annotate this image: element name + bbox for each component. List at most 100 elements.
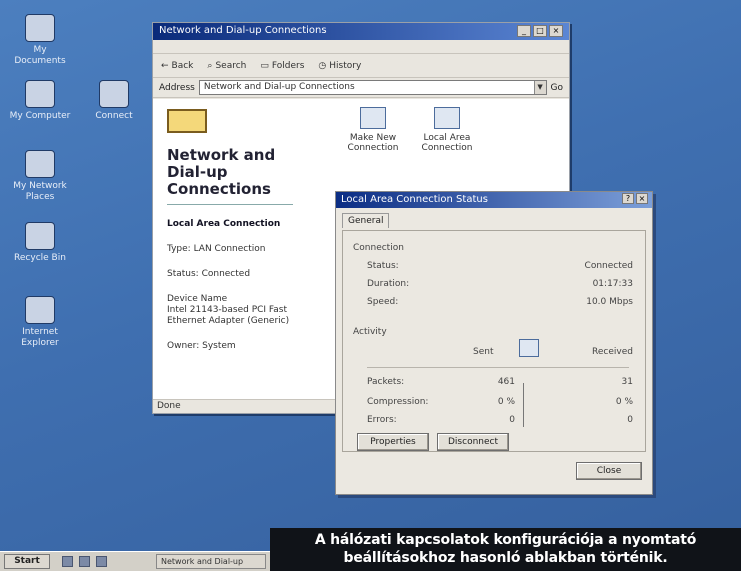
general-panel: Connection Status: Connected Duration: 0…	[342, 230, 646, 452]
connection-owner: Owner: System	[167, 341, 236, 351]
menu-bar	[153, 40, 569, 54]
desktop-icon-label: My Computer	[9, 111, 71, 121]
desktop-icon-network-places[interactable]: My Network Places	[8, 150, 72, 203]
duration-row: Duration: 01:17:33	[367, 279, 633, 289]
compression-received: 0 %	[615, 397, 633, 407]
tab-general[interactable]: General	[342, 213, 390, 228]
connections-list: Make New Connection Local Area Connectio…	[345, 107, 475, 153]
mail-shortcut-icon[interactable]	[96, 556, 107, 567]
close-button[interactable]: ×	[549, 25, 563, 37]
recycle-bin-icon	[25, 222, 55, 250]
errors-sent: 0	[509, 415, 515, 425]
disconnect-button[interactable]: Disconnect	[437, 433, 509, 451]
history-icon: ◷	[318, 60, 327, 71]
desktop-icon-label: Recycle Bin	[14, 253, 66, 263]
compression-row: Compression: 0 % 0 %	[367, 397, 633, 407]
search-icon: ⌕	[207, 60, 213, 71]
quick-launch	[62, 556, 107, 567]
window-title: Network and Dial-up Connections	[159, 25, 327, 36]
caption-line-1: A hálózati kapcsolatok konfigurációja a …	[314, 532, 697, 548]
errors-label: Errors:	[367, 415, 397, 425]
browser-icon	[25, 296, 55, 324]
maximize-button[interactable]: □	[533, 25, 547, 37]
browser-shortcut-icon[interactable]	[79, 556, 90, 567]
desktop-icon-label: Internet Explorer	[21, 327, 59, 348]
activity-group-header: Activity	[353, 327, 387, 337]
desktop-icon-label: Connect	[95, 111, 133, 121]
status-value: Connected	[584, 261, 633, 271]
computer-icon	[25, 80, 55, 108]
taskbar-task-button[interactable]: Network and Dial-up	[156, 554, 266, 569]
connection-group-header: Connection	[353, 243, 404, 253]
packets-received: 31	[621, 377, 633, 387]
address-input[interactable]: Network and Dial-up Connections ▼	[198, 80, 547, 95]
network-icon	[25, 150, 55, 178]
item-label: Local Area Connection	[421, 133, 473, 153]
help-button[interactable]: ?	[622, 193, 634, 204]
image-caption: A hálózati kapcsolatok konfigurációja a …	[270, 528, 741, 571]
back-arrow-icon: ←	[161, 60, 169, 71]
chevron-down-icon[interactable]: ▼	[533, 81, 546, 94]
desktop-icon-recycle-bin[interactable]: Recycle Bin	[8, 222, 72, 264]
network-activity-icon	[519, 339, 539, 357]
go-button[interactable]: Go	[551, 83, 563, 93]
duration-label: Duration:	[367, 279, 410, 289]
speed-row: Speed: 10.0 Mbps	[367, 297, 633, 307]
minimize-button[interactable]: _	[517, 25, 531, 37]
speed-label: Speed:	[367, 297, 399, 307]
list-item-make-new-connection[interactable]: Make New Connection	[345, 107, 401, 153]
folders-label: Folders	[271, 60, 305, 71]
errors-row: Errors: 0 0	[367, 415, 633, 425]
packets-row: Packets: 461 31	[367, 377, 633, 387]
speed-value: 10.0 Mbps	[586, 297, 633, 307]
properties-button[interactable]: Properties	[357, 433, 429, 451]
connection-type: Type: LAN Connection	[167, 244, 266, 254]
network-folder-icon	[167, 109, 207, 133]
toolbar: ← Back ⌕ Search ▭ Folders ◷ History	[153, 54, 569, 78]
address-value: Network and Dial-up Connections	[203, 82, 355, 92]
status-row: Status: Connected	[367, 261, 633, 271]
address-label: Address	[159, 82, 195, 93]
lan-connection-icon	[434, 107, 460, 129]
close-dialog-button[interactable]: Close	[576, 462, 642, 480]
divider	[367, 367, 629, 368]
connection-status: Status: Connected	[167, 269, 251, 279]
caption-line-2: beállításokhoz hasonló ablakban történik…	[343, 550, 668, 566]
connection-status-dialog: Local Area Connection Status ? × General …	[335, 191, 653, 495]
list-item-local-area-connection[interactable]: Local Area Connection	[419, 107, 475, 153]
duration-value: 01:17:33	[592, 279, 633, 289]
new-connection-icon	[360, 107, 386, 129]
desktop-icon-my-documents[interactable]: My Documents	[8, 14, 72, 67]
compression-label: Compression:	[367, 397, 429, 407]
search-button[interactable]: ⌕ Search	[207, 61, 246, 71]
back-button[interactable]: ← Back	[161, 61, 193, 71]
packets-sent: 461	[497, 377, 515, 387]
history-button[interactable]: ◷ History	[318, 61, 361, 71]
documents-icon	[25, 14, 55, 42]
device-info: Device Name Intel 21143-based PCI Fast E…	[167, 294, 293, 327]
desktop-icon-connect[interactable]: Connect	[82, 80, 146, 122]
folders-button[interactable]: ▭ Folders	[260, 61, 304, 71]
status-label: Status:	[367, 261, 399, 271]
desktop-icon-my-computer[interactable]: My Computer	[8, 80, 72, 122]
desktop-shortcut-icon[interactable]	[62, 556, 73, 567]
dialog-titlebar[interactable]: Local Area Connection Status ? ×	[336, 192, 652, 208]
item-label: Make New Connection	[347, 133, 399, 153]
start-button[interactable]: Start	[4, 554, 50, 569]
received-header: Received	[592, 347, 633, 357]
connect-icon	[99, 80, 129, 108]
dialog-close-button[interactable]: ×	[636, 193, 648, 204]
dialog-title: Local Area Connection Status	[341, 194, 488, 205]
address-bar: Address Network and Dial-up Connections …	[153, 78, 569, 98]
desktop-icon-internet-explorer[interactable]: Internet Explorer	[8, 296, 72, 349]
history-label: History	[329, 60, 362, 71]
device-name: Intel 21143-based PCI Fast Ethernet Adap…	[167, 305, 290, 326]
info-pane: Network and Dial-up Connections Local Ar…	[153, 99, 303, 399]
device-label: Device Name	[167, 294, 228, 304]
packets-label: Packets:	[367, 377, 405, 387]
desktop-icon-label: My Documents	[14, 45, 66, 66]
back-label: Back	[171, 60, 194, 71]
errors-received: 0	[627, 415, 633, 425]
window-titlebar[interactable]: Network and Dial-up Connections	[153, 23, 569, 40]
compression-sent: 0 %	[497, 397, 515, 407]
